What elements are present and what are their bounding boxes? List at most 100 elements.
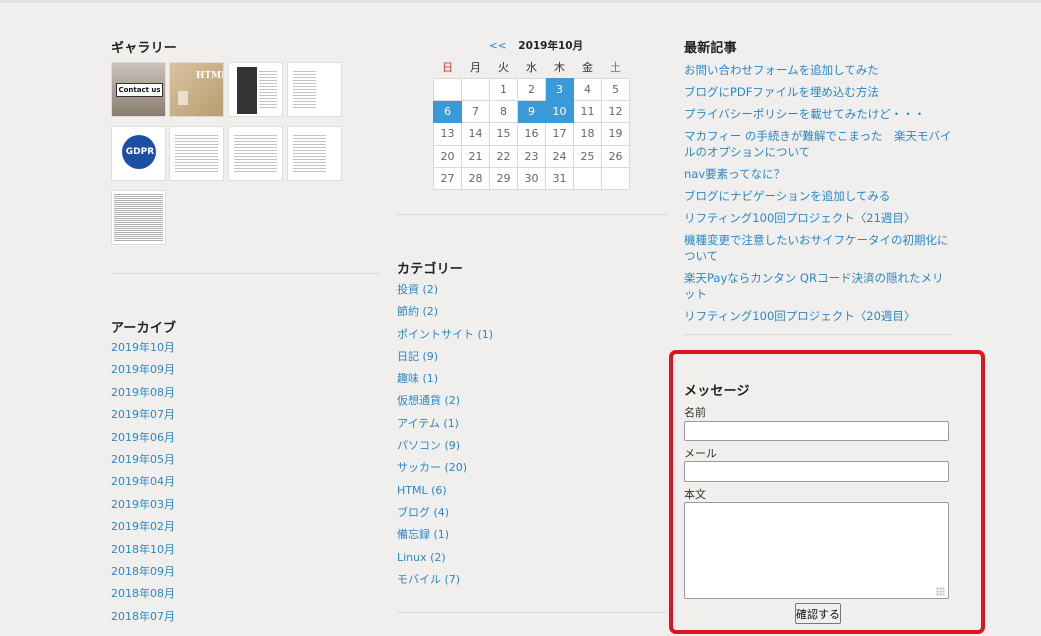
calendar-day-link[interactable]: 9 [517,99,546,124]
divider [111,273,379,274]
categories-list: 投資 (2) 節約 (2) ポイントサイト (1) 日記 (9) 趣味 (1) 仮想通貨 … [397,282,493,594]
archive-title: アーカイブ [111,321,177,336]
calendar-day: 5 [601,77,630,101]
gallery-thumb-label: HTML [196,71,223,81]
calendar-day: 8 [489,99,518,124]
calendar-day-link[interactable]: 10 [545,99,574,124]
recent-post-link[interactable]: nav要素ってなに？ [684,166,952,182]
name-input[interactable] [684,421,949,441]
calendar-weekday: 火 [498,60,509,74]
category-link[interactable]: パソコン (9) [397,438,493,460]
archive-link[interactable]: 2019年06月 [111,430,175,452]
recent-post-link[interactable]: 機種変更で注意したいおサイフケータイの初期化について [684,232,952,264]
calendar-day: 7 [461,99,490,124]
recent-post-link[interactable]: ブログにPDFファイルを埋め込む方法 [684,84,952,100]
archive-link[interactable]: 2018年07月 [111,609,175,631]
confirm-button[interactable]: 確認する [795,603,841,624]
archive-link[interactable]: 2019年05月 [111,452,175,474]
gallery-thumb-label: GDPR [125,147,155,157]
archive-link[interactable]: 2019年09月 [111,362,175,384]
calendar-weekday: 金 [582,60,593,74]
calendar-day: 14 [461,122,490,146]
name-label: 名前 [684,406,706,419]
calendar-day: 21 [461,144,490,169]
calendar-day: 26 [601,144,630,169]
recent-posts-list: お問い合わせフォームを追加してみた ブログにPDFファイルを埋め込む方法 プライバシ… [684,62,952,330]
calendar-title: 2019年10月 [518,40,584,52]
resize-grip-icon[interactable] [936,587,945,596]
calendar-day: 17 [545,122,574,146]
calendar-day: 24 [545,144,574,169]
category-link[interactable]: Linux (2) [397,550,493,572]
divider [397,214,667,215]
category-link[interactable]: 投資 (2) [397,282,493,304]
calendar-day: 22 [489,144,518,169]
calendar-day: 30 [517,167,546,191]
doc-dark-block [237,67,257,114]
recent-post-link[interactable]: リフティング100回プロジェクト〈20週目〉 [684,308,952,324]
calendar-day: 19 [601,122,630,146]
category-link[interactable]: HTML (6) [397,483,493,505]
calendar-empty-cell [433,77,462,101]
gallery-thumb-contact[interactable]: Contact us [111,62,166,117]
gallery-thumb-doc[interactable] [169,126,224,181]
calendar-day: 31 [545,167,574,191]
category-link[interactable]: 趣味 (1) [397,371,493,393]
category-link[interactable]: ポイントサイト (1) [397,327,493,349]
calendar-day: 29 [489,167,518,191]
calendar-empty-cell [601,167,630,191]
category-link[interactable]: 備忘録 (1) [397,527,493,549]
category-link[interactable]: サッカー (20) [397,460,493,482]
doc-lines [234,133,277,174]
category-link[interactable]: 節約 (2) [397,304,493,326]
calendar-day: 15 [489,122,518,146]
gallery-thumb-html[interactable]: HTML [169,62,224,117]
gallery-thumb-doc[interactable] [228,126,283,181]
archive-link[interactable]: 2019年04月 [111,474,175,496]
calendar-day: 13 [433,122,462,146]
calendar-weekday: 水 [526,60,537,74]
gallery-thumb-doc[interactable] [287,62,342,117]
recent-post-link[interactable]: リフティング100回プロジェクト〈21週目〉 [684,210,952,226]
recent-post-link[interactable]: 楽天Payならカンタン QRコード決済の隠れたメリット [684,270,952,302]
archive-list: 2019年10月 2019年09月 2019年08月 2019年07月 2019年06月… [111,340,175,631]
gallery-thumb-gdpr[interactable]: GDPR [111,126,166,181]
calendar-day: 12 [601,99,630,124]
calendar-day: 25 [573,144,602,169]
top-border [0,0,1041,3]
calendar-day-link[interactable]: 6 [433,99,462,124]
calendar-day: 16 [517,122,546,146]
calendar-day: 23 [517,144,546,169]
archive-link[interactable]: 2019年03月 [111,497,175,519]
gallery-thumb-doc[interactable] [228,62,283,117]
category-link[interactable]: 日記 (9) [397,349,493,371]
calendar-day: 28 [461,167,490,191]
body-textarea[interactable] [684,502,949,599]
category-link[interactable]: モバイル (7) [397,572,493,594]
category-link[interactable]: アイテム (1) [397,416,493,438]
recent-post-link[interactable]: プライバシーポリシーを載せてみたけど・・・ [684,106,952,122]
archive-link[interactable]: 2019年08月 [111,385,175,407]
archive-link[interactable]: 2018年09月 [111,564,175,586]
archive-link[interactable]: 2019年02月 [111,519,175,541]
recent-post-link[interactable]: マカフィー の手続きが難解でこまった 楽天モバイルのオプションについて [684,128,952,160]
calendar-prev-link[interactable]: << [489,40,507,52]
archive-link[interactable]: 2018年10月 [111,542,175,564]
calendar-day: 20 [433,144,462,169]
archive-link[interactable]: 2019年10月 [111,340,175,362]
cup-shape [178,91,188,105]
archive-link[interactable]: 2018年08月 [111,586,175,608]
category-link[interactable]: 仮想通貨 (2) [397,393,493,415]
calendar-table: 日月火水木金土 1 2 3 4 5 6 7 8 9 10 11 12 13 14 15 16 17 18 19 20 2… [433,56,630,191]
category-link[interactable]: ブログ (4) [397,505,493,527]
calendar-day-link[interactable]: 3 [545,77,574,101]
email-label: メール [684,447,717,460]
recent-post-link[interactable]: お問い合わせフォームを追加してみた [684,62,952,78]
recent-post-link[interactable]: ブログにナビゲーションを追加してみる [684,188,952,204]
divider [397,612,667,613]
gallery-thumb-dense[interactable] [111,190,166,245]
archive-link[interactable]: 2019年07月 [111,407,175,429]
gallery-thumb-doc[interactable] [287,126,342,181]
recent-posts-title: 最新記事 [684,41,737,56]
email-input[interactable] [684,461,949,482]
